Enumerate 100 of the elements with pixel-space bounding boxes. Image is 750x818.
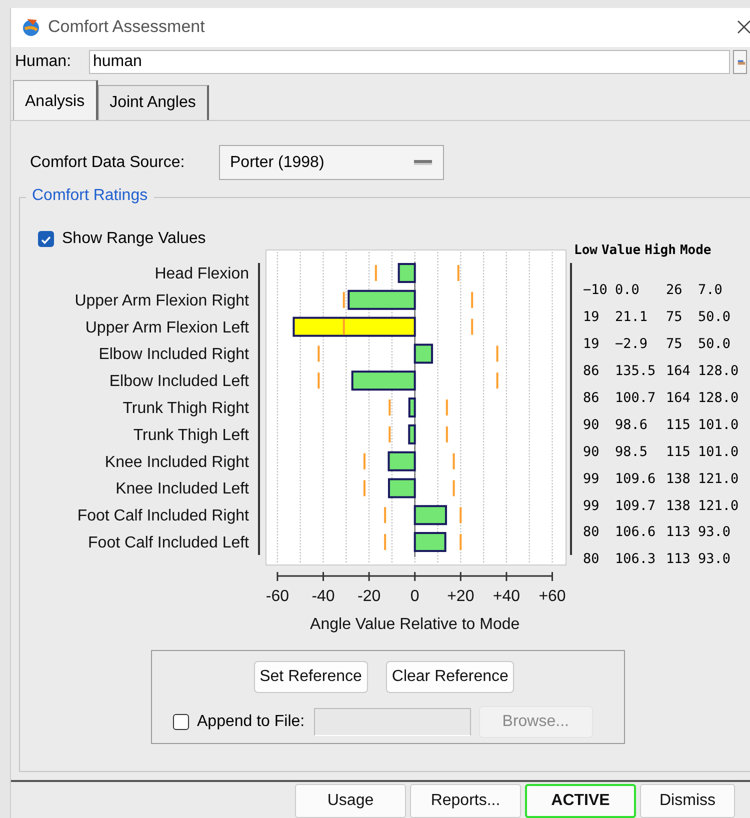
- table-cell: 50.0: [698, 336, 731, 352]
- table-cell: 101.0: [698, 444, 739, 460]
- table-cell-text: 113: [666, 524, 692, 540]
- table-cell-text: 19: [583, 309, 600, 326]
- table-cell: 7.0: [698, 282, 722, 298]
- range-marker: [452, 480, 455, 496]
- range-marker: [363, 453, 366, 470]
- column-header: High: [644, 243, 676, 260]
- table-cell-text: −10: [583, 282, 608, 298]
- checkbox-label: Append to File:: [197, 713, 305, 731]
- table-cell-text: 0.0: [615, 282, 640, 298]
- range-marker: [460, 507, 462, 524]
- tick-label: -40: [312, 588, 335, 605]
- category-label: Trunk Thigh Left: [133, 426, 249, 444]
- table-cell-text: 109.6: [615, 470, 657, 487]
- table-cell: 93.0: [698, 551, 731, 568]
- category-label: Upper Arm Flexion Right: [74, 292, 249, 310]
- category-label: Elbow Included Left: [109, 373, 249, 390]
- table-cell-text: −2.9: [615, 336, 649, 352]
- table-cell-text: 138: [666, 498, 692, 514]
- range-marker: [471, 292, 474, 308]
- range-marker: [446, 400, 448, 416]
- footer-button[interactable]: Dismiss: [640, 784, 735, 818]
- category-label: Head Flexion: [154, 266, 249, 282]
- category-label: Elbow Included Right: [98, 346, 249, 364]
- table-cell-text: 109.7: [615, 498, 657, 514]
- table-cell-text: 115: [666, 444, 692, 460]
- range-marker: [318, 346, 320, 362]
- table-cell-text: 80: [583, 524, 600, 540]
- human-field[interactable]: human: [89, 50, 730, 74]
- range-marker: [384, 507, 386, 524]
- table-cell-text: 90: [583, 416, 600, 433]
- range-marker: [496, 372, 498, 389]
- range-marker: [318, 372, 320, 389]
- category-label: Knee Included Left: [116, 480, 249, 498]
- category-label: Foot Calf Included Right: [77, 508, 249, 525]
- category-label: Foot Calf Included Left: [88, 534, 249, 552]
- table-cell-text: 86: [583, 363, 600, 380]
- tick-label: +40: [492, 588, 520, 605]
- table-cell-text: 26: [666, 282, 684, 298]
- table-cell-text: 106.6: [615, 524, 657, 540]
- pick-button[interactable]: [733, 50, 747, 74]
- range-marker: [471, 318, 474, 335]
- range-marker: [446, 426, 448, 442]
- table-cell-text: 86: [583, 390, 600, 406]
- table-cell: 50.0: [698, 309, 731, 326]
- app-icon: [21, 17, 41, 38]
- category-label: Upper Arm Flexion Left: [85, 319, 249, 336]
- file-field[interactable]: [314, 708, 471, 736]
- range-marker: [363, 480, 366, 496]
- table-cell-text: 135.5: [615, 363, 657, 380]
- tab[interactable]: Analysis: [13, 80, 98, 120]
- table-cell-text: 106.3: [615, 551, 657, 568]
- table-cell-text: 21.1: [615, 309, 649, 326]
- tick-label: +20: [447, 588, 474, 605]
- range-marker: [388, 426, 391, 442]
- range-marker: [384, 534, 386, 550]
- window-title: Comfort Assessment: [48, 17, 205, 38]
- footer-button[interactable]: ACTIVE: [525, 784, 636, 818]
- range-marker: [457, 265, 460, 281]
- axis-title: Angle Value Relative to Mode: [310, 616, 520, 633]
- range-marker: [342, 318, 345, 335]
- reference-button[interactable]: Clear Reference: [386, 661, 514, 693]
- tick-label: +60: [538, 588, 566, 605]
- hand-icon: [737, 57, 746, 68]
- footer-button[interactable]: Reports...: [410, 784, 521, 818]
- category-label: Knee Included Right: [104, 454, 249, 471]
- table-cell-text: 75: [666, 336, 684, 352]
- group-title: Comfort Ratings: [26, 187, 154, 205]
- tab[interactable]: Joint Angles: [98, 85, 209, 120]
- table-cell-text: 113: [666, 551, 692, 568]
- table-cell-text: 80: [583, 551, 600, 568]
- table-cell-text: 100.7: [615, 390, 657, 406]
- range-marker: [452, 453, 455, 470]
- dropdown-icon: [414, 160, 432, 165]
- tick-label: -60: [266, 588, 290, 605]
- table-cell: 121.0: [698, 470, 739, 487]
- range-marker: [388, 400, 391, 416]
- table-cell-text: 99: [583, 498, 600, 514]
- tick-label: 0: [410, 588, 420, 605]
- range-marker: [460, 534, 462, 550]
- table-cell: 128.0: [698, 363, 739, 380]
- table-cell-text: 99: [583, 470, 600, 487]
- table-cell-text: 98.6: [615, 416, 649, 433]
- table-cell: 101.0: [698, 416, 739, 433]
- range-marker: [496, 346, 498, 362]
- checkbox[interactable]: [38, 231, 54, 247]
- table-cell: 121.0: [698, 498, 739, 514]
- footer-button[interactable]: Usage: [295, 784, 406, 818]
- table-cell-text: 98.5: [615, 444, 649, 460]
- table-cell-text: 19: [583, 336, 600, 352]
- source-dropdown[interactable]: Porter (1998): [219, 145, 444, 180]
- reference-button[interactable]: Set Reference: [254, 661, 368, 693]
- table-cell: 93.0: [698, 524, 731, 540]
- field-label: Human:: [15, 53, 72, 72]
- checkbox-label: Show Range Values: [62, 230, 206, 248]
- column-header: Mode: [680, 243, 712, 260]
- table-cell-text: 75: [666, 309, 684, 326]
- close-icon[interactable]: [737, 20, 750, 34]
- checkbox[interactable]: [173, 714, 189, 730]
